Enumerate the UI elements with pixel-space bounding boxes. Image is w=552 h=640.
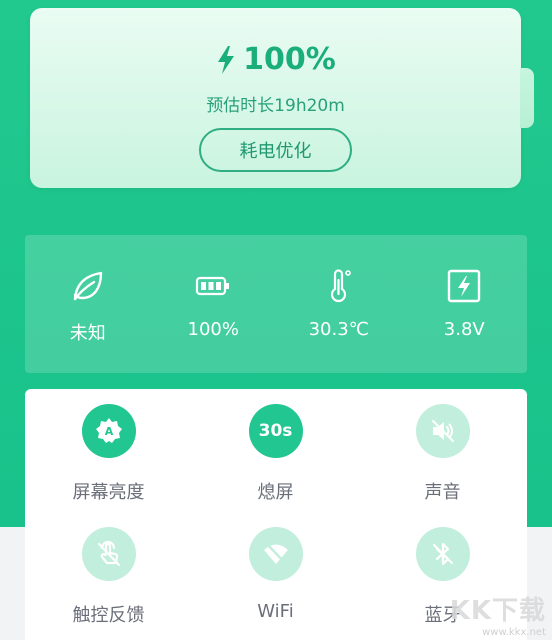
watermark: KK下载 www.kkx.net <box>450 590 546 638</box>
bluetooth-off-icon <box>432 542 453 566</box>
battery-nub <box>520 68 534 128</box>
toggle-wifi[interactable]: WiFi <box>192 527 359 622</box>
toggle-screen-timeout[interactable]: 30s 熄屏 <box>192 404 359 504</box>
sound-label: 声音 <box>424 482 461 503</box>
svg-text:A: A <box>104 425 113 438</box>
wifi-label: WiFi <box>257 601 294 622</box>
haptic-toggle-circle[interactable] <box>81 527 136 581</box>
watermark-logo: KK下载 <box>449 596 546 626</box>
toggle-sound[interactable]: 声音 <box>359 404 526 504</box>
battery-card: 100% 预估时长19h20m 耗电优化 <box>30 8 521 188</box>
wifi-off-icon <box>263 542 288 566</box>
timeout-icon: 30s <box>258 421 293 441</box>
stat-voltage: 3.8V <box>402 235 528 373</box>
thermometer-icon <box>330 269 351 303</box>
stat-voltage-value: 3.8V <box>443 319 485 340</box>
toggle-brightness[interactable]: A 屏幕亮度 <box>25 404 192 504</box>
stat-level: 100% <box>151 235 277 373</box>
battery-level: 100% <box>243 42 336 77</box>
stat-health-value: 未知 <box>69 323 106 344</box>
watermark-url: www.kkx.net <box>482 627 546 638</box>
battery-stats-panel: 未知 100% 30.3℃ 3.8V <box>25 235 527 373</box>
stat-temperature-value: 30.3℃ <box>308 319 369 340</box>
timeout-label: 熄屏 <box>257 482 294 503</box>
brightness-toggle-circle[interactable]: A <box>81 404 136 458</box>
timeout-toggle-circle[interactable]: 30s <box>248 404 303 458</box>
toggle-haptic[interactable]: 触控反馈 <box>25 527 192 627</box>
mute-icon <box>431 420 454 442</box>
sound-toggle-circle[interactable] <box>415 404 470 458</box>
stat-level-value: 100% <box>187 319 239 340</box>
brightness-label: 屏幕亮度 <box>72 482 145 503</box>
battery-level-row: 100% <box>30 42 521 77</box>
battery-estimate: 预估时长19h20m <box>206 96 345 116</box>
stat-health: 未知 <box>25 235 151 373</box>
optimize-button[interactable]: 耗电优化 <box>199 128 352 172</box>
haptic-label: 触控反馈 <box>72 605 145 626</box>
lightning-icon <box>218 45 235 74</box>
voltage-icon <box>448 269 481 303</box>
bluetooth-toggle-circle[interactable] <box>415 527 470 581</box>
stat-temperature: 30.3℃ <box>276 235 402 373</box>
touch-icon <box>97 540 120 567</box>
leaf-icon <box>73 271 102 301</box>
battery-icon <box>196 276 230 296</box>
wifi-toggle-circle[interactable] <box>248 527 303 581</box>
brightness-auto-icon: A <box>95 418 122 443</box>
